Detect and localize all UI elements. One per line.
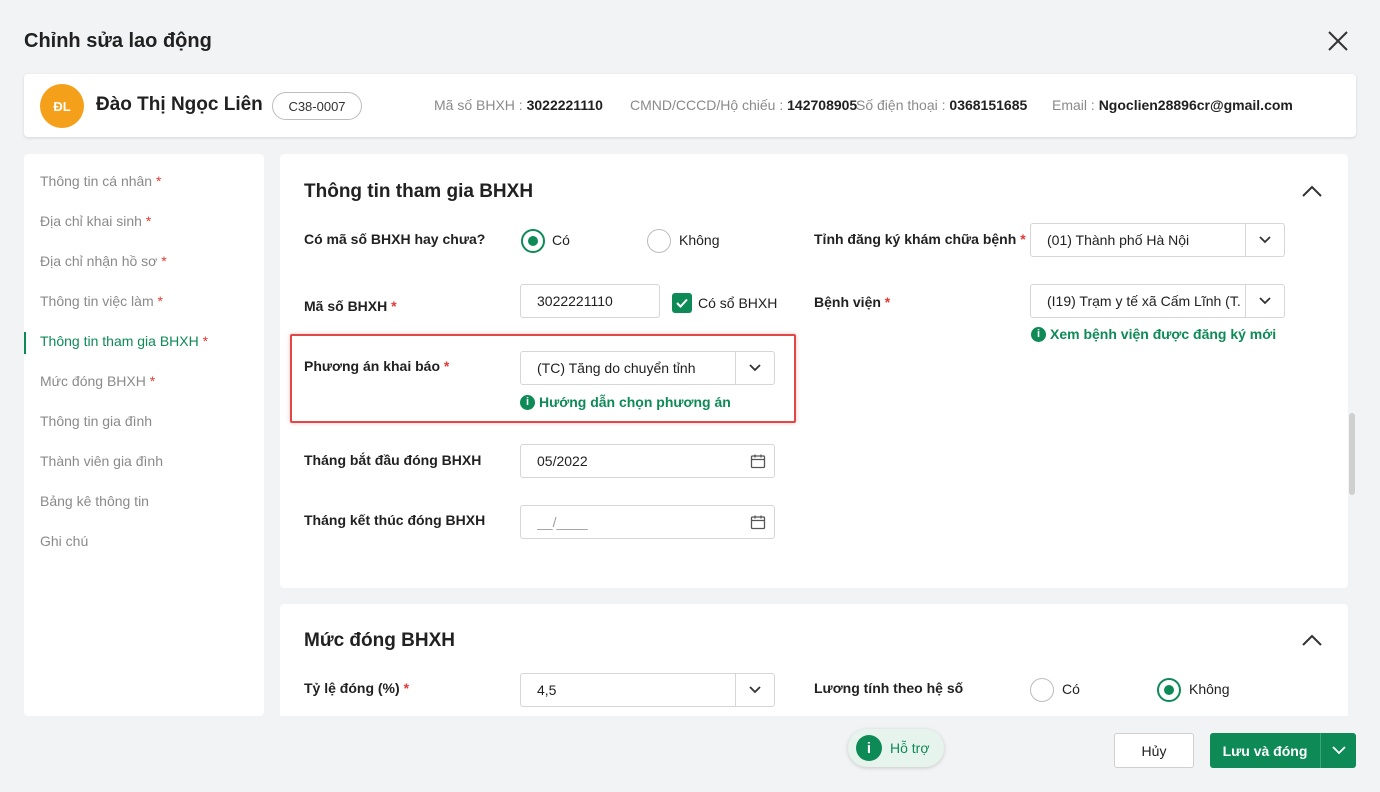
- hospital-hint-link[interactable]: i Xem bệnh viện được đăng ký mới: [1031, 326, 1276, 342]
- close-icon[interactable]: [1326, 29, 1350, 53]
- id-info: CMND/CCCD/Hộ chiếu : 142708905: [630, 97, 858, 113]
- sidebar-item-info-list[interactable]: Bảng kê thông tin: [40, 493, 149, 509]
- has-book-label: Có sổ BHXH: [698, 295, 778, 311]
- sidebar-item-contribution-rate[interactable]: Mức đóng BHXH *: [40, 373, 155, 389]
- phone-info: Số điện thoại : 0368151685: [856, 97, 1028, 113]
- calendar-icon[interactable]: [750, 453, 766, 469]
- chevron-down-icon: [1331, 746, 1346, 755]
- coef-label: Lương tính theo hệ số: [814, 680, 964, 696]
- bhxh-code-label: Mã số BHXH *: [304, 298, 397, 314]
- start-month-label: Tháng bắt đầu đóng BHXH: [304, 452, 482, 468]
- check-icon: [676, 298, 688, 308]
- chevron-up-icon[interactable]: [1301, 184, 1323, 198]
- sidebar-item-family-info[interactable]: Thông tin gia đình: [40, 413, 152, 429]
- chevron-up-icon[interactable]: [1301, 633, 1323, 647]
- active-indicator: [24, 332, 26, 354]
- bhxh-code-input[interactable]: 3022221110: [520, 284, 660, 318]
- has-code-no-label: Không: [679, 232, 720, 248]
- employee-summary-card: ĐL Đào Thị Ngọc Liên C38-0007 Mã số BHXH…: [24, 74, 1356, 137]
- province-label: Tỉnh đăng ký khám chữa bệnh *: [814, 231, 1026, 247]
- calendar-icon[interactable]: [750, 514, 766, 530]
- sidebar-item-personal-info[interactable]: Thông tin cá nhân *: [40, 173, 161, 189]
- save-close-button[interactable]: Lưu và đóng: [1210, 733, 1320, 768]
- hospital-select[interactable]: (I19) Trạm y tế xã Cấm Lĩnh (T...: [1030, 284, 1285, 318]
- plan-hint-link[interactable]: i Hướng dẫn chọn phương án: [520, 394, 731, 410]
- rate-label: Tỷ lệ đóng (%) *: [304, 680, 410, 696]
- sidebar-item-bhxh-info[interactable]: Thông tin tham gia BHXH *: [40, 333, 208, 349]
- info-icon: i: [1031, 326, 1046, 342]
- coef-yes-radio[interactable]: [1030, 678, 1054, 702]
- has-code-yes-radio[interactable]: [521, 229, 545, 253]
- province-select[interactable]: (01) Thành phố Hà Nội: [1030, 223, 1285, 257]
- end-month-input[interactable]: [520, 505, 775, 539]
- info-icon: i: [856, 735, 882, 761]
- section-sidebar: Thông tin cá nhân * Địa chỉ khai sinh * …: [24, 154, 264, 716]
- rate-section-panel: Mức đóng BHXH: [280, 604, 1348, 716]
- support-button[interactable]: i Hỗ trợ: [848, 729, 944, 767]
- chevron-down-icon[interactable]: [735, 674, 774, 706]
- coef-no-radio[interactable]: [1157, 678, 1181, 702]
- start-month-input[interactable]: 05/2022: [520, 444, 775, 478]
- sidebar-item-notes[interactable]: Ghi chú: [40, 533, 88, 549]
- sidebar-item-birth-address[interactable]: Địa chỉ khai sinh *: [40, 213, 151, 229]
- section-title: Thông tin tham gia BHXH: [304, 181, 534, 202]
- has-code-no-radio[interactable]: [647, 229, 671, 253]
- chevron-down-icon[interactable]: [1245, 224, 1284, 256]
- scrollbar-thumb[interactable]: [1349, 413, 1355, 495]
- email-info: Email : Ngoclien28896cr@gmail.com: [1052, 97, 1293, 113]
- employee-name: Đào Thị Ngọc Liên: [96, 94, 263, 115]
- end-month-text[interactable]: [537, 514, 774, 530]
- employee-code-badge: C38-0007: [272, 92, 362, 120]
- rate-select[interactable]: 4,5: [520, 673, 775, 707]
- cancel-button[interactable]: Hủy: [1114, 733, 1194, 768]
- has-code-yes-label: Có: [552, 232, 570, 248]
- section-title: Mức đóng BHXH: [304, 630, 455, 651]
- has-book-checkbox[interactable]: [672, 293, 692, 313]
- chevron-down-icon[interactable]: [735, 352, 774, 384]
- avatar: ĐL: [40, 84, 84, 128]
- coef-yes-label: Có: [1062, 681, 1080, 697]
- end-month-label: Tháng kết thúc đóng BHXH: [304, 512, 486, 528]
- chevron-down-icon[interactable]: [1245, 285, 1284, 317]
- sidebar-item-family-members[interactable]: Thành viên gia đình: [40, 453, 163, 469]
- sidebar-item-mailing-address[interactable]: Địa chỉ nhận hồ sơ *: [40, 253, 167, 269]
- social-insurance-info: Mã số BHXH : 3022221110: [434, 97, 603, 113]
- info-icon: i: [520, 394, 535, 410]
- sidebar-item-employment-info[interactable]: Thông tin việc làm *: [40, 293, 163, 309]
- has-code-label: Có mã số BHXH hay chưa?: [304, 231, 486, 247]
- dialog-title: Chỉnh sửa lao động: [24, 30, 212, 52]
- hospital-label: Bệnh viện *: [814, 294, 891, 310]
- coef-no-label: Không: [1189, 681, 1230, 697]
- plan-select[interactable]: (TC) Tăng do chuyển tỉnh: [520, 351, 775, 385]
- save-options-button[interactable]: [1320, 733, 1356, 768]
- plan-label: Phương án khai báo *: [304, 358, 450, 374]
